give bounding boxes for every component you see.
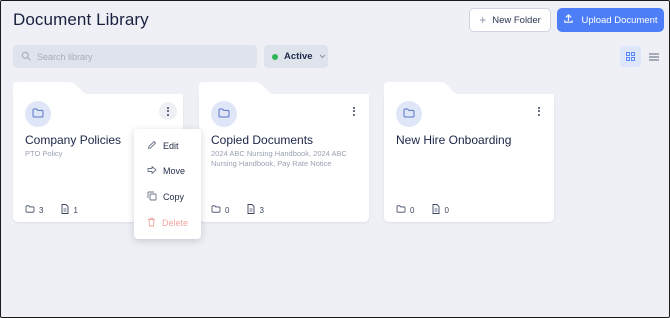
status-dot bbox=[272, 53, 278, 60]
trash-icon bbox=[147, 217, 156, 229]
menu-item-label: Move bbox=[163, 166, 186, 176]
file-count: 3 bbox=[259, 205, 264, 215]
folder-card[interactable]: Copied Documents 2024 ABC Nursing Handbo… bbox=[199, 82, 369, 222]
folder-counts: 0 3 bbox=[211, 204, 264, 216]
app-window: Document Library + New Folder Upload Doc… bbox=[0, 0, 670, 318]
folder-name: New Hire Onboarding bbox=[396, 133, 512, 147]
card-context-menu: Edit Move Copy Delete bbox=[134, 129, 201, 239]
menu-item-label: Edit bbox=[163, 141, 179, 151]
folder-name: Copied Documents bbox=[211, 133, 314, 147]
menu-item-delete[interactable]: Delete bbox=[147, 217, 188, 229]
folder-icon bbox=[32, 105, 44, 123]
folder-icon bbox=[396, 205, 406, 215]
folder-counts: 0 0 bbox=[396, 204, 449, 216]
subfolder-count: 0 bbox=[225, 205, 230, 215]
menu-item-label: Copy bbox=[163, 192, 185, 202]
grid-icon bbox=[626, 48, 635, 66]
new-folder-label: New Folder bbox=[492, 14, 541, 26]
folder-badge bbox=[211, 101, 237, 127]
file-icon bbox=[432, 204, 440, 216]
chevron-down-icon bbox=[319, 51, 326, 62]
status-filter-label: Active bbox=[284, 51, 313, 62]
list-icon bbox=[648, 48, 659, 66]
folder-card[interactable]: New Hire Onboarding 0 0 bbox=[384, 82, 554, 222]
menu-item-copy[interactable]: Copy bbox=[147, 191, 184, 203]
folder-badge bbox=[396, 101, 422, 127]
menu-item-label: Delete bbox=[162, 218, 189, 228]
folder-name: Company Policies bbox=[25, 133, 122, 147]
folder-badge bbox=[25, 101, 51, 127]
upload-icon bbox=[563, 13, 574, 27]
list-view-toggle[interactable] bbox=[644, 46, 663, 67]
upload-label: Upload Document bbox=[581, 14, 658, 26]
subfolder-count: 3 bbox=[39, 205, 44, 215]
menu-item-move[interactable]: Move bbox=[147, 165, 185, 177]
move-arrow-icon bbox=[147, 165, 157, 177]
pencil-icon bbox=[147, 140, 157, 152]
folder-icon bbox=[403, 105, 415, 123]
subfolder-count: 0 bbox=[410, 205, 415, 215]
folder-contents-preview: 2024 ABC Nursing Handbook, 2024 ABC Nurs… bbox=[211, 149, 347, 168]
plus-icon: + bbox=[479, 13, 487, 27]
folder-icon bbox=[25, 205, 35, 215]
copy-icon bbox=[147, 191, 157, 203]
search-input[interactable] bbox=[37, 51, 237, 62]
card-menu-button[interactable] bbox=[159, 102, 177, 120]
menu-item-edit[interactable]: Edit bbox=[147, 140, 179, 152]
file-count: 1 bbox=[73, 205, 78, 215]
folder-card-body: Copied Documents 2024 ABC Nursing Handbo… bbox=[199, 94, 369, 222]
folder-card-body: New Hire Onboarding 0 0 bbox=[384, 94, 554, 222]
card-menu-button[interactable] bbox=[347, 102, 361, 120]
file-count: 0 bbox=[444, 205, 449, 215]
folder-counts: 3 1 bbox=[25, 204, 78, 216]
upload-document-button[interactable]: Upload Document bbox=[557, 8, 664, 32]
search-icon bbox=[21, 48, 31, 66]
status-filter-dropdown[interactable]: Active bbox=[264, 45, 328, 68]
page-title: Document Library bbox=[13, 10, 149, 29]
folder-icon bbox=[218, 105, 230, 123]
folder-icon bbox=[211, 205, 221, 215]
file-icon bbox=[247, 204, 255, 216]
card-menu-button[interactable] bbox=[532, 102, 546, 120]
new-folder-button[interactable]: + New Folder bbox=[469, 8, 551, 32]
search-box bbox=[13, 45, 257, 68]
file-icon bbox=[61, 204, 69, 216]
grid-view-toggle[interactable] bbox=[620, 46, 641, 67]
